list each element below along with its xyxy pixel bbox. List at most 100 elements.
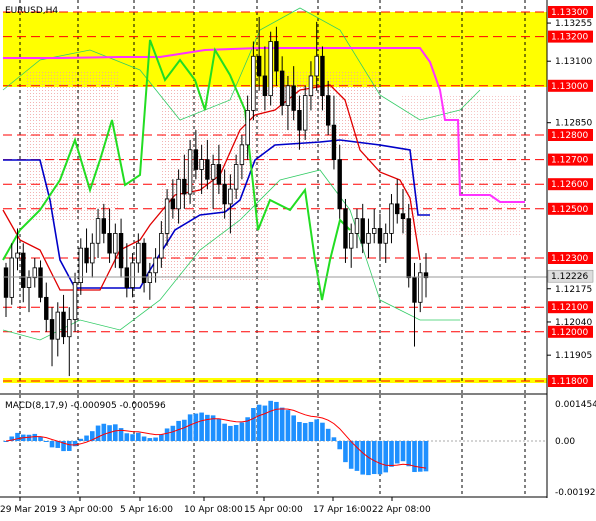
candle-body [216,164,222,185]
macd-bar [262,405,268,441]
level-tag-label: 1.12000 [551,328,588,338]
macd-bar [124,433,130,441]
macd-bar [170,425,176,441]
time-label: 29 Mar 2019 [0,505,57,515]
price-label: 1.13100 [555,57,592,67]
macd-bar [371,441,377,475]
macd-bar [383,441,389,473]
macd-bar [331,437,337,441]
macd-bar [113,424,118,441]
macd-bar [216,418,222,441]
candle-body [113,232,118,254]
macd-bar [302,423,308,441]
candle-body [147,272,153,284]
macd-bar [164,428,170,441]
candle-body [84,247,89,264]
time-label: 22 Apr 08:00 [372,505,431,515]
macd-bar [130,434,135,441]
macd-bar [199,412,204,441]
candle-body [222,183,227,205]
candle-body [61,311,66,338]
candle-body [9,257,14,298]
candle-body [239,144,245,165]
price-label: 1.12850 [555,119,592,129]
macd-bar [187,414,193,441]
candle-body [210,164,216,180]
candle-body [67,319,72,338]
candle-body [377,228,383,244]
candle-body [26,277,32,288]
candle-body [268,41,273,97]
candle-body [291,85,296,111]
candle-body [153,257,158,274]
level-tag-label: 1.12600 [551,180,588,190]
macd-bar [101,423,107,441]
macd-bar [95,425,101,441]
candle-body [3,267,9,298]
candle-body [21,252,26,288]
candle-body [170,198,176,210]
level-tag-label: 1.11800 [551,377,588,387]
candle-body [193,149,199,170]
candle-body [285,85,291,106]
candle-body [107,232,112,254]
level-tag-label: 1.13300 [551,8,588,18]
macd-bar [136,432,141,441]
macd-bar [193,413,199,441]
candle-body [389,203,394,234]
symbol-label: EURUSD,H4 [5,6,58,16]
time-label: 15 Apr 00:00 [244,505,303,515]
price-chart[interactable]: EURUSD,H4 MACD(8,17,9) -0.000905 -0.0005… [0,0,596,521]
candle-body [331,124,337,161]
price-label: 1.12175 [555,285,592,295]
candle-body [251,55,256,111]
candle-body [182,178,187,195]
macd-bar [256,404,262,441]
macd-bar [274,401,279,441]
price-label: 1.13255 [555,19,592,29]
candle-body [44,296,49,320]
macd-bar [66,441,72,451]
macd-bar [182,419,187,441]
macd-bar [153,437,158,441]
macd-bar [147,438,153,441]
candle-body [205,159,210,180]
candle-body [279,70,285,106]
candle-body [49,319,55,340]
candle-body [302,95,308,131]
macd-bar [205,414,210,441]
candle-body [274,41,279,72]
macd-bar [268,400,273,441]
macd-bar [423,441,429,472]
macd-bar [233,424,239,441]
candle-body [176,178,181,210]
macd-axis-label: 0.001454 [555,400,596,410]
time-label: 10 Apr 08:00 [184,505,243,515]
time-label: 17 Apr 16:00 [313,505,372,515]
candle-body [101,218,107,234]
level-tag-label: 1.12300 [551,254,588,264]
macd-bar [228,425,233,441]
candle-body [366,232,371,244]
candle-body [308,75,314,97]
macd-bar [38,436,43,441]
macd-bar [325,428,331,441]
macd-bar [26,434,32,441]
level-tag-label: 1.13000 [551,82,588,92]
macd-bar [285,410,291,441]
candle-body [55,311,60,340]
candle-body [400,213,406,220]
candle-body [130,262,135,288]
candle-body [95,218,101,244]
level-tag-label: 1.12700 [551,156,588,166]
macd-bar [78,438,84,441]
time-label: 3 Apr 00:00 [60,505,113,515]
macd-bar [43,441,49,442]
macd-bar [159,434,164,441]
candle-body [38,267,43,298]
macd-bar [141,436,147,441]
price-label: 1.11905 [555,351,592,361]
candle-body [233,164,239,190]
macd-bar [377,441,383,475]
candle-body [118,232,124,269]
